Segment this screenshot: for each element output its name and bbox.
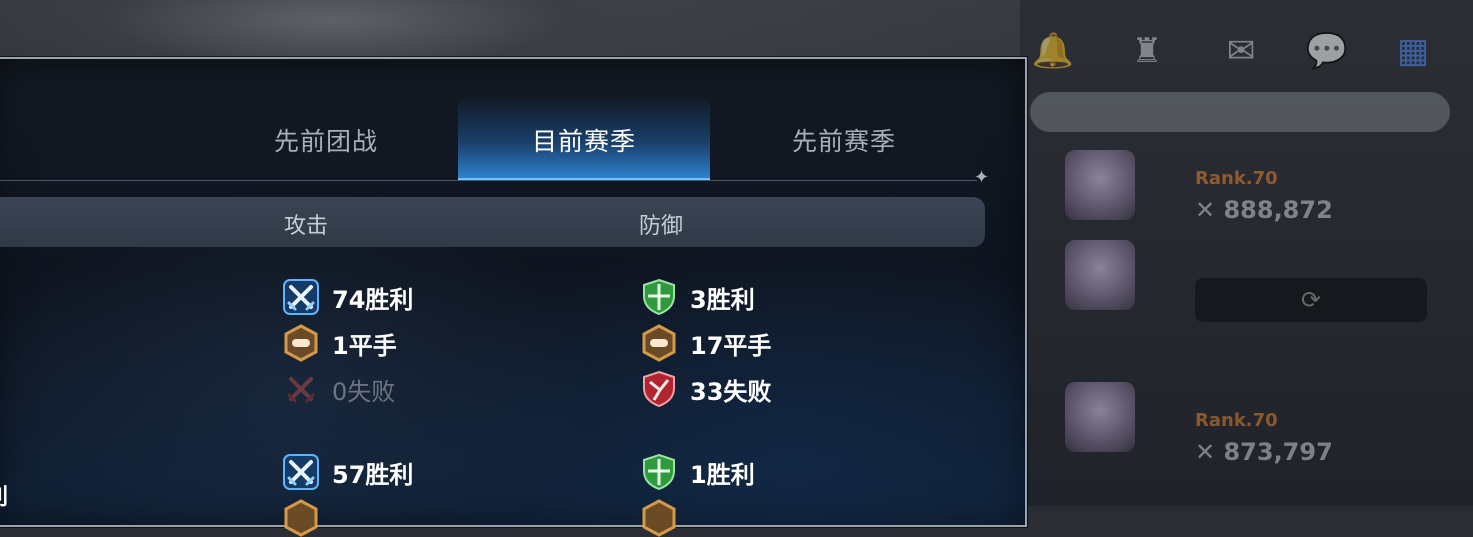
avatar bbox=[1065, 150, 1135, 220]
defense-loss-row: 33失败 bbox=[640, 370, 772, 408]
defense-loss-icon bbox=[643, 370, 675, 408]
attack-draw-row: 1平手 bbox=[282, 324, 397, 362]
avatar bbox=[1065, 382, 1135, 452]
rank-level: Rank.70 bbox=[1195, 168, 1278, 189]
truncated-label: 利 bbox=[0, 479, 8, 511]
draw-icon bbox=[284, 499, 318, 537]
rank-power: ✕ 873,797 bbox=[1195, 438, 1333, 466]
draw-icon bbox=[642, 324, 676, 362]
sparkle-icon: ✦ bbox=[974, 167, 990, 188]
announcement-ticker bbox=[1030, 92, 1450, 132]
guild-icon[interactable]: ♜ bbox=[1124, 28, 1170, 74]
attack-win-icon bbox=[283, 454, 319, 490]
bell-icon[interactable]: 🔔 bbox=[1030, 28, 1076, 74]
attack-draw-count: 1平手 bbox=[332, 331, 397, 360]
tab-previous-raid[interactable]: 先前团战 bbox=[200, 95, 452, 181]
mail-icon[interactable]: ✉ bbox=[1218, 28, 1264, 74]
defense-win-row: 1胜利 bbox=[640, 453, 755, 491]
menu-grid-icon[interactable]: ▦ bbox=[1390, 28, 1436, 74]
attack-loss-row: 0失败 bbox=[282, 372, 395, 406]
attack-win-count: 57胜利 bbox=[332, 460, 414, 489]
defense-win-count: 3胜利 bbox=[690, 285, 755, 314]
defense-win-icon bbox=[643, 278, 675, 316]
tab-previous-season[interactable]: 先前赛季 bbox=[718, 95, 970, 181]
rank-power: ✕ 888,872 bbox=[1195, 196, 1333, 224]
draw-icon bbox=[642, 499, 676, 537]
chat-icon[interactable]: 💬 bbox=[1304, 28, 1350, 74]
rank-level: Rank.70 bbox=[1195, 410, 1278, 431]
attack-win-count: 74胜利 bbox=[332, 285, 414, 314]
column-header-bar: 攻击 防御 bbox=[0, 197, 985, 247]
battle-record-dialog: 先前团战 目前赛季 先前赛季 ✦ 攻击 防御 74胜利 1平手 0失败 3胜利 … bbox=[0, 57, 1027, 537]
attack-win-row: 57胜利 bbox=[282, 454, 414, 490]
tab-current-season[interactable]: 目前赛季 bbox=[458, 95, 710, 181]
avatar bbox=[1065, 240, 1135, 310]
defense-win-count: 1胜利 bbox=[690, 460, 755, 489]
defense-draw-count: 17平手 bbox=[690, 331, 772, 360]
tab-divider bbox=[0, 180, 977, 181]
defense-loss-count: 33失败 bbox=[690, 377, 772, 406]
defense-win-row: 3胜利 bbox=[640, 278, 755, 316]
defense-win-icon bbox=[643, 453, 675, 491]
draw-icon bbox=[284, 324, 318, 362]
defense-column-header: 防御 bbox=[639, 214, 684, 239]
refresh-button[interactable]: ⟳ bbox=[1195, 278, 1427, 322]
attack-loss-count: 0失败 bbox=[332, 377, 396, 406]
attack-loss-icon bbox=[287, 377, 315, 403]
attack-win-icon bbox=[283, 279, 319, 315]
attack-column-header: 攻击 bbox=[284, 214, 329, 239]
attack-win-row: 74胜利 bbox=[282, 279, 414, 315]
defense-draw-row: 17平手 bbox=[640, 324, 772, 362]
